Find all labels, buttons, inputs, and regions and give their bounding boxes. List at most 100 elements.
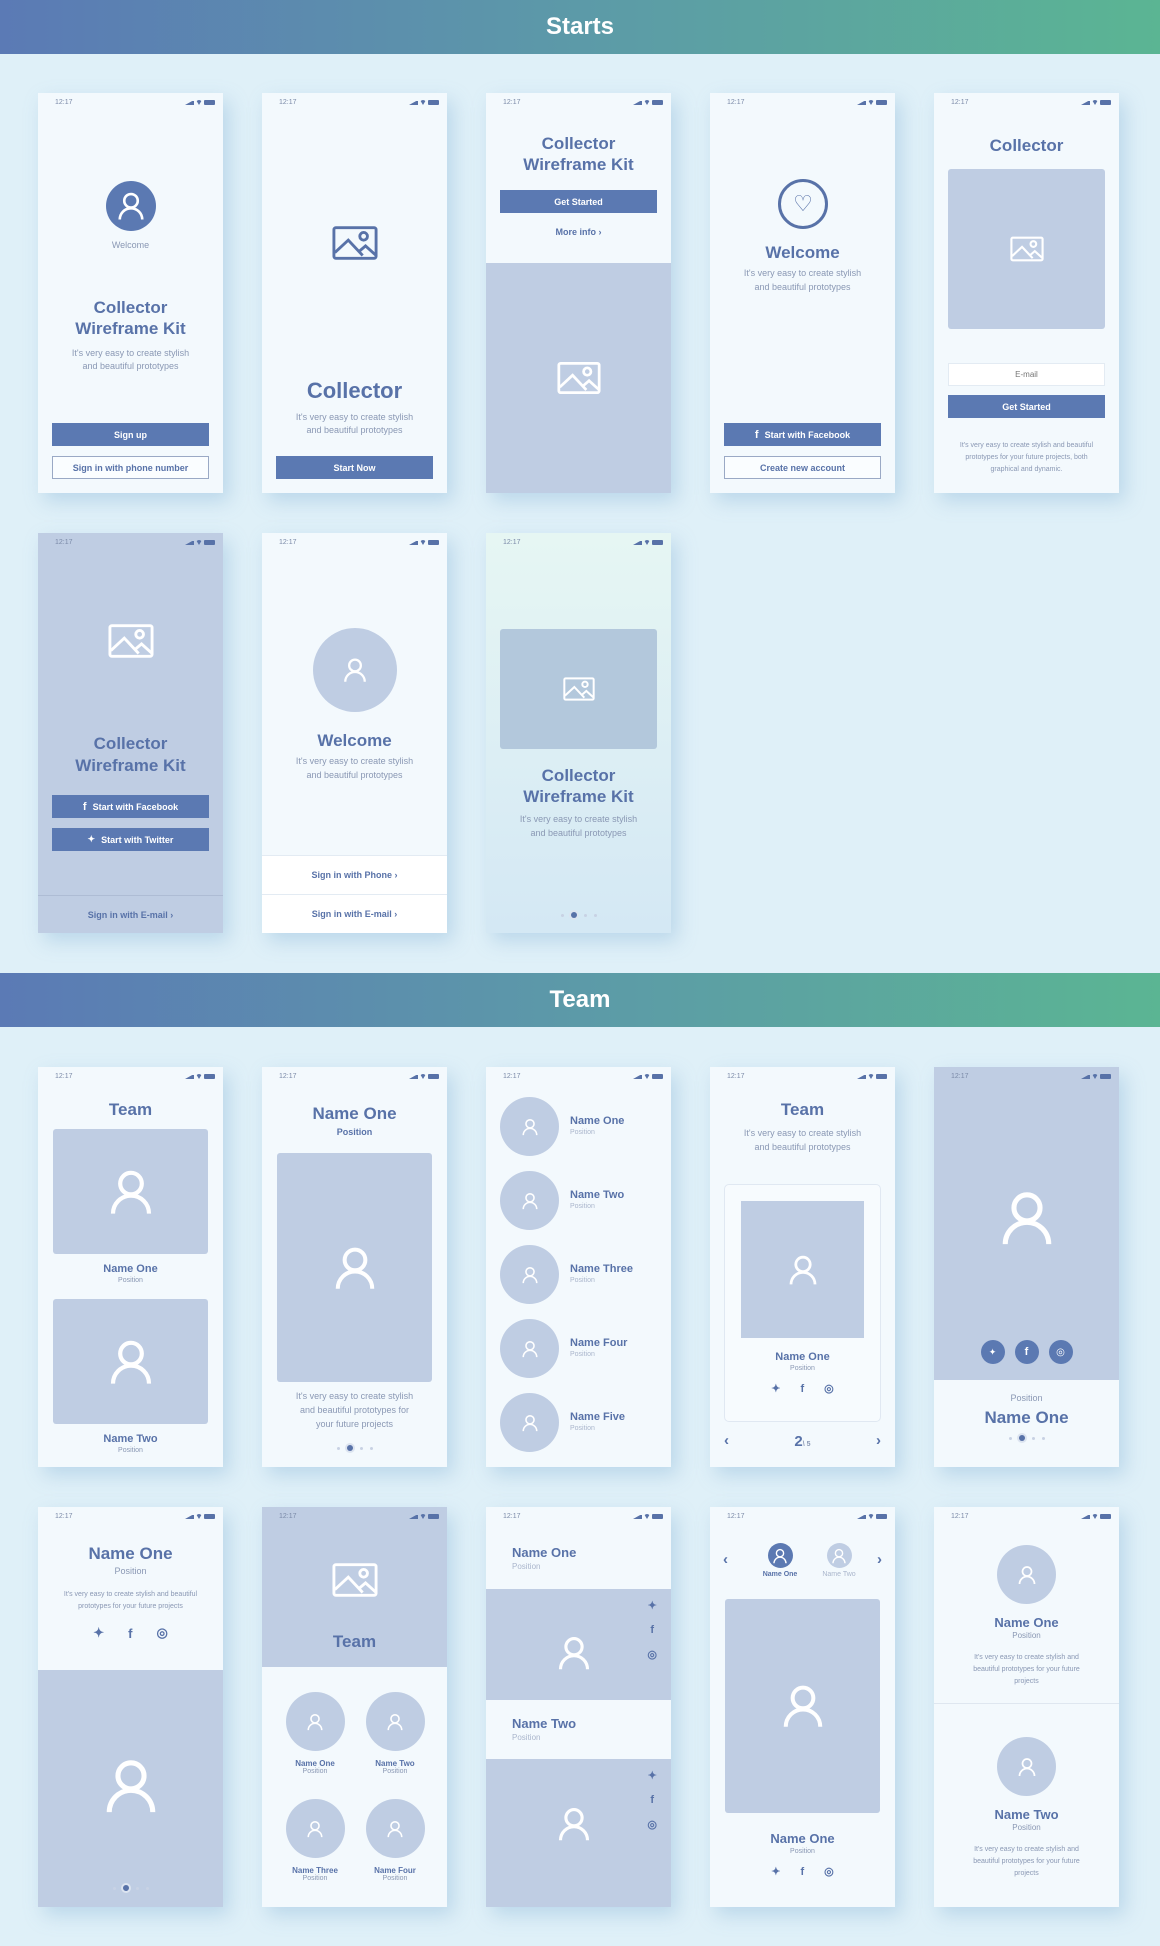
- list-item[interactable]: Name Four Position: [500, 1319, 660, 1379]
- facebook-button[interactable]: f Start with Facebook: [52, 795, 209, 818]
- image-icon: [557, 361, 601, 395]
- twitter-icon[interactable]: ✦: [648, 1599, 657, 1612]
- instagram-icon[interactable]: ◎: [824, 1382, 834, 1395]
- facebook-icon[interactable]: f: [800, 1383, 804, 1395]
- member-photo[interactable]: [53, 1129, 208, 1254]
- user-icon: [386, 1820, 404, 1838]
- page-dot[interactable]: [145, 1886, 149, 1890]
- page-dot[interactable]: [1041, 1436, 1045, 1440]
- description-line: It's very easy to create stylish and: [974, 1654, 1079, 1661]
- page-dot[interactable]: [560, 913, 564, 917]
- instagram-icon[interactable]: ◎: [156, 1625, 167, 1641]
- status-time: 12:17: [279, 99, 297, 106]
- page-dot[interactable]: [583, 913, 587, 917]
- social-links: ✦ f ◎: [38, 1625, 223, 1641]
- page-indicator[interactable]: [486, 912, 671, 918]
- member-name: Name One: [994, 1615, 1059, 1630]
- instagram-icon[interactable]: ◎: [824, 1865, 834, 1878]
- list-item[interactable]: Name Five Position: [500, 1393, 660, 1453]
- avatar: [500, 1245, 559, 1304]
- twitter-icon[interactable]: ✦: [648, 1769, 657, 1782]
- list-item[interactable]: Name One Position: [500, 1097, 660, 1157]
- user-icon: [107, 1338, 155, 1386]
- get-started-button[interactable]: Get Started: [948, 395, 1105, 418]
- page-dot[interactable]: [1018, 1435, 1025, 1441]
- page-dot[interactable]: [593, 913, 597, 917]
- section-title: Team: [549, 986, 611, 1013]
- tagline: and beautiful prototypes: [754, 1142, 851, 1152]
- avatar: [997, 1545, 1056, 1604]
- page-dot[interactable]: [359, 1446, 363, 1450]
- instagram-icon[interactable]: ◎: [647, 1648, 657, 1661]
- page-dot[interactable]: [135, 1886, 139, 1890]
- member-photo[interactable]: [53, 1299, 208, 1424]
- phone-signin-button[interactable]: Sign in with phone number: [52, 456, 209, 479]
- more-info-link[interactable]: More info ›: [486, 227, 671, 237]
- member-position: Position: [336, 1127, 373, 1137]
- grid-member[interactable]: Name Four Position: [364, 1799, 426, 1882]
- tab-label: Name Two: [822, 1571, 856, 1578]
- member-position: Position: [1012, 1823, 1041, 1832]
- facebook-icon[interactable]: f: [650, 1794, 654, 1806]
- create-account-button[interactable]: Create new account: [724, 456, 881, 479]
- facebook-icon[interactable]: f: [128, 1626, 132, 1641]
- tagline: and beautiful prototypes: [530, 828, 627, 838]
- page-dot[interactable]: [570, 912, 577, 918]
- tab-member-two[interactable]: Name Two: [814, 1543, 864, 1578]
- twitter-icon[interactable]: ✦: [771, 1865, 780, 1878]
- status-time: 12:17: [503, 1513, 521, 1520]
- twitter-icon[interactable]: ✦: [771, 1382, 780, 1395]
- member-name: Name One: [103, 1263, 158, 1275]
- status-bar: 12:17: [934, 1067, 1119, 1087]
- list-item[interactable]: Name Three Position: [500, 1245, 660, 1305]
- facebook-button[interactable]: f Start with Facebook: [724, 423, 881, 446]
- phone-signin-link[interactable]: Sign in with Phone ›: [262, 855, 447, 894]
- get-started-button[interactable]: Get Started: [500, 190, 657, 213]
- avatar-icon: [826, 1543, 852, 1568]
- image-placeholder: [486, 263, 671, 493]
- email-input[interactable]: [948, 363, 1105, 386]
- prev-button[interactable]: ‹: [723, 1551, 728, 1568]
- user-icon: [107, 1168, 155, 1216]
- next-button[interactable]: ›: [876, 1432, 881, 1449]
- start-now-button[interactable]: Start Now: [276, 456, 433, 479]
- page-dot[interactable]: [112, 1886, 116, 1890]
- signup-button[interactable]: Sign up: [52, 423, 209, 446]
- current-page: 2: [794, 1433, 803, 1450]
- next-button[interactable]: ›: [877, 1551, 882, 1568]
- page-dot[interactable]: [336, 1446, 340, 1450]
- avatar: [500, 1393, 559, 1452]
- page-dot[interactable]: [122, 1885, 129, 1891]
- twitter-button[interactable]: ✦ Start with Twitter: [52, 828, 209, 851]
- wifi-icon: [196, 100, 202, 105]
- instagram-icon[interactable]: ◎: [1048, 1340, 1073, 1364]
- tab-member-one[interactable]: Name One: [755, 1543, 805, 1578]
- page-dot[interactable]: [1031, 1436, 1035, 1440]
- grid-member[interactable]: Name Three Position: [284, 1799, 346, 1882]
- twitter-icon[interactable]: ✦: [93, 1625, 104, 1641]
- twitter-icon[interactable]: ✦: [980, 1340, 1005, 1364]
- avatar: [285, 1799, 345, 1858]
- page-indicator[interactable]: [934, 1435, 1119, 1441]
- member-position: Position: [790, 1365, 815, 1372]
- email-signin-link[interactable]: Sign in with E-mail ›: [262, 894, 447, 933]
- member-position: Position: [1012, 1631, 1041, 1640]
- facebook-icon[interactable]: f: [650, 1624, 654, 1636]
- battery-icon: [1100, 1074, 1111, 1079]
- instagram-icon[interactable]: ◎: [647, 1818, 657, 1831]
- page-indicator[interactable]: [262, 1445, 447, 1451]
- page-indicator[interactable]: [38, 1885, 223, 1891]
- user-icon: [521, 1118, 539, 1136]
- facebook-icon[interactable]: f: [800, 1866, 804, 1878]
- page-dot[interactable]: [369, 1446, 373, 1450]
- signal-icon: [1081, 1514, 1090, 1519]
- facebook-icon[interactable]: f: [1014, 1340, 1039, 1364]
- grid-member[interactable]: Name One Position: [284, 1692, 346, 1775]
- description-line: It's very easy to create stylish and: [974, 1846, 1079, 1853]
- grid-member[interactable]: Name Two Position: [364, 1692, 426, 1775]
- list-item[interactable]: Name Two Position: [500, 1171, 660, 1231]
- signal-icon: [409, 100, 418, 105]
- email-signin-link[interactable]: Sign in with E-mail ›: [38, 895, 223, 933]
- page-dot[interactable]: [346, 1445, 353, 1451]
- page-dot[interactable]: [1008, 1436, 1012, 1440]
